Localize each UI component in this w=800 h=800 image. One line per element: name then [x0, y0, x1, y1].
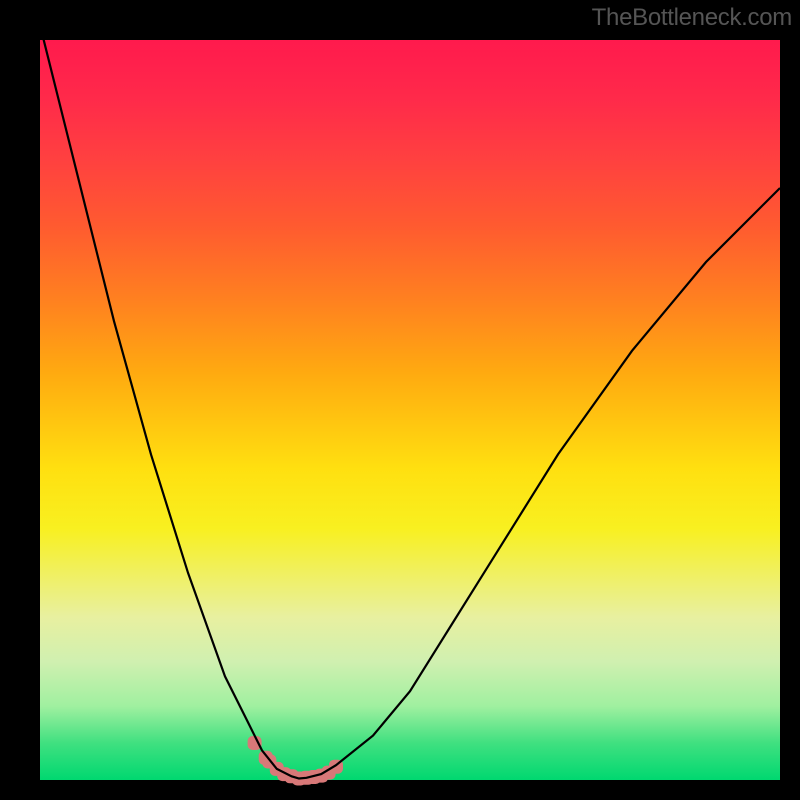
- bottleneck-chart: [40, 40, 780, 780]
- watermark-text: TheBottleneck.com: [592, 4, 792, 32]
- bottleneck-curve: [40, 25, 780, 778]
